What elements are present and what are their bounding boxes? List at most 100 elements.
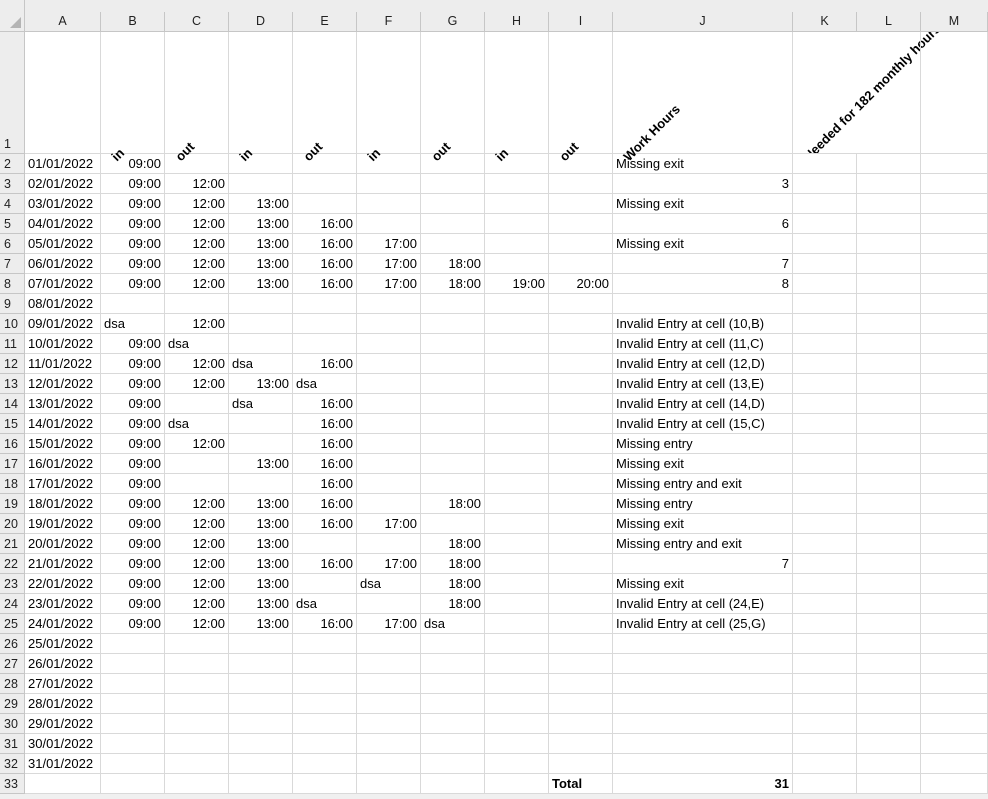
cell-k13[interactable] xyxy=(793,374,857,394)
row-header-31[interactable]: 31 xyxy=(0,734,25,754)
cell-c21[interactable]: 12:00 xyxy=(165,534,229,554)
cell-f26[interactable] xyxy=(357,634,421,654)
cell-e33[interactable] xyxy=(293,774,357,794)
cell-e10[interactable] xyxy=(293,314,357,334)
cell-j20[interactable]: Missing exit xyxy=(613,514,793,534)
cell-i23[interactable] xyxy=(549,574,613,594)
cell-k29[interactable] xyxy=(793,694,857,714)
cell-h11[interactable] xyxy=(485,334,549,354)
cell-c29[interactable] xyxy=(165,694,229,714)
column-header-k[interactable]: K xyxy=(793,12,857,32)
row-header-24[interactable]: 24 xyxy=(0,594,25,614)
cell-g8[interactable]: 18:00 xyxy=(421,274,485,294)
cell-c2[interactable] xyxy=(165,154,229,174)
cell-h8[interactable]: 19:00 xyxy=(485,274,549,294)
row-header-6[interactable]: 6 xyxy=(0,234,25,254)
cell-c18[interactable] xyxy=(165,474,229,494)
cell-g13[interactable] xyxy=(421,374,485,394)
cell-g32[interactable] xyxy=(421,754,485,774)
cell-i33[interactable]: Total xyxy=(549,774,613,794)
cell-h21[interactable] xyxy=(485,534,549,554)
cell-g28[interactable] xyxy=(421,674,485,694)
cell-e28[interactable] xyxy=(293,674,357,694)
cell-d26[interactable] xyxy=(229,634,293,654)
cell-j14[interactable]: Invalid Entry at cell (14,D) xyxy=(613,394,793,414)
cell-k18[interactable] xyxy=(793,474,857,494)
cell-k33[interactable] xyxy=(793,774,857,794)
cell-g11[interactable] xyxy=(421,334,485,354)
cell-e3[interactable] xyxy=(293,174,357,194)
cell-f28[interactable] xyxy=(357,674,421,694)
cell-k16[interactable] xyxy=(793,434,857,454)
cell-b4[interactable]: 09:00 xyxy=(101,194,165,214)
cell-b13[interactable]: 09:00 xyxy=(101,374,165,394)
cell-g30[interactable] xyxy=(421,714,485,734)
cell-l21[interactable] xyxy=(857,534,921,554)
cell-e9[interactable] xyxy=(293,294,357,314)
cell-a21[interactable]: 20/01/2022 xyxy=(25,534,101,554)
cell-a22[interactable]: 21/01/2022 xyxy=(25,554,101,574)
cell-k27[interactable] xyxy=(793,654,857,674)
column-header-c[interactable]: C xyxy=(165,12,229,32)
row-header-4[interactable]: 4 xyxy=(0,194,25,214)
cell-e23[interactable] xyxy=(293,574,357,594)
cell-m2[interactable] xyxy=(921,154,988,174)
cell-d7[interactable]: 13:00 xyxy=(229,254,293,274)
cell-k23[interactable] xyxy=(793,574,857,594)
cell-i11[interactable] xyxy=(549,334,613,354)
cell-e18[interactable]: 16:00 xyxy=(293,474,357,494)
cell-c20[interactable]: 12:00 xyxy=(165,514,229,534)
cell-d13[interactable]: 13:00 xyxy=(229,374,293,394)
cell-f14[interactable] xyxy=(357,394,421,414)
cell-h18[interactable] xyxy=(485,474,549,494)
cell-h12[interactable] xyxy=(485,354,549,374)
cell-k26[interactable] xyxy=(793,634,857,654)
cell-b5[interactable]: 09:00 xyxy=(101,214,165,234)
cell-d19[interactable]: 13:00 xyxy=(229,494,293,514)
horizontal-scrollbar[interactable] xyxy=(0,794,988,799)
cell-c31[interactable] xyxy=(165,734,229,754)
cell-d23[interactable]: 13:00 xyxy=(229,574,293,594)
cell-j7[interactable]: 7 xyxy=(613,254,793,274)
cell-c11[interactable]: dsa xyxy=(165,334,229,354)
cell-a26[interactable]: 25/01/2022 xyxy=(25,634,101,654)
cell-f12[interactable] xyxy=(357,354,421,374)
cell-g7[interactable]: 18:00 xyxy=(421,254,485,274)
cell-a28[interactable]: 27/01/2022 xyxy=(25,674,101,694)
cell-h1[interactable]: in xyxy=(485,32,549,164)
cell-m7[interactable] xyxy=(921,254,988,274)
cell-i13[interactable] xyxy=(549,374,613,394)
cell-k24[interactable] xyxy=(793,594,857,614)
cell-i25[interactable] xyxy=(549,614,613,634)
select-all-button[interactable] xyxy=(0,0,25,32)
cell-d30[interactable] xyxy=(229,714,293,734)
column-header-m[interactable]: M xyxy=(921,12,988,32)
cell-a30[interactable]: 29/01/2022 xyxy=(25,714,101,734)
column-header-f[interactable]: F xyxy=(357,12,421,32)
cell-h6[interactable] xyxy=(485,234,549,254)
cell-c27[interactable] xyxy=(165,654,229,674)
column-header-j[interactable]: J xyxy=(613,12,793,32)
cell-h14[interactable] xyxy=(485,394,549,414)
row-header-23[interactable]: 23 xyxy=(0,574,25,594)
cell-j25[interactable]: Invalid Entry at cell (25,G) xyxy=(613,614,793,634)
cell-a33[interactable] xyxy=(25,774,101,794)
row-header-29[interactable]: 29 xyxy=(0,694,25,714)
cell-j11[interactable]: Invalid Entry at cell (11,C) xyxy=(613,334,793,354)
cell-h22[interactable] xyxy=(485,554,549,574)
cell-b10[interactable]: dsa xyxy=(101,314,165,334)
cell-e16[interactable]: 16:00 xyxy=(293,434,357,454)
row-header-13[interactable]: 13 xyxy=(0,374,25,394)
cell-k3[interactable] xyxy=(793,174,857,194)
row-header-22[interactable]: 22 xyxy=(0,554,25,574)
row-header-26[interactable]: 26 xyxy=(0,634,25,654)
cell-b29[interactable] xyxy=(101,694,165,714)
cell-m5[interactable] xyxy=(921,214,988,234)
cell-c12[interactable]: 12:00 xyxy=(165,354,229,374)
cell-j28[interactable] xyxy=(613,674,793,694)
cell-h15[interactable] xyxy=(485,414,549,434)
cell-c22[interactable]: 12:00 xyxy=(165,554,229,574)
cell-a7[interactable]: 06/01/2022 xyxy=(25,254,101,274)
cell-f6[interactable]: 17:00 xyxy=(357,234,421,254)
column-header-a[interactable]: A xyxy=(25,12,101,32)
